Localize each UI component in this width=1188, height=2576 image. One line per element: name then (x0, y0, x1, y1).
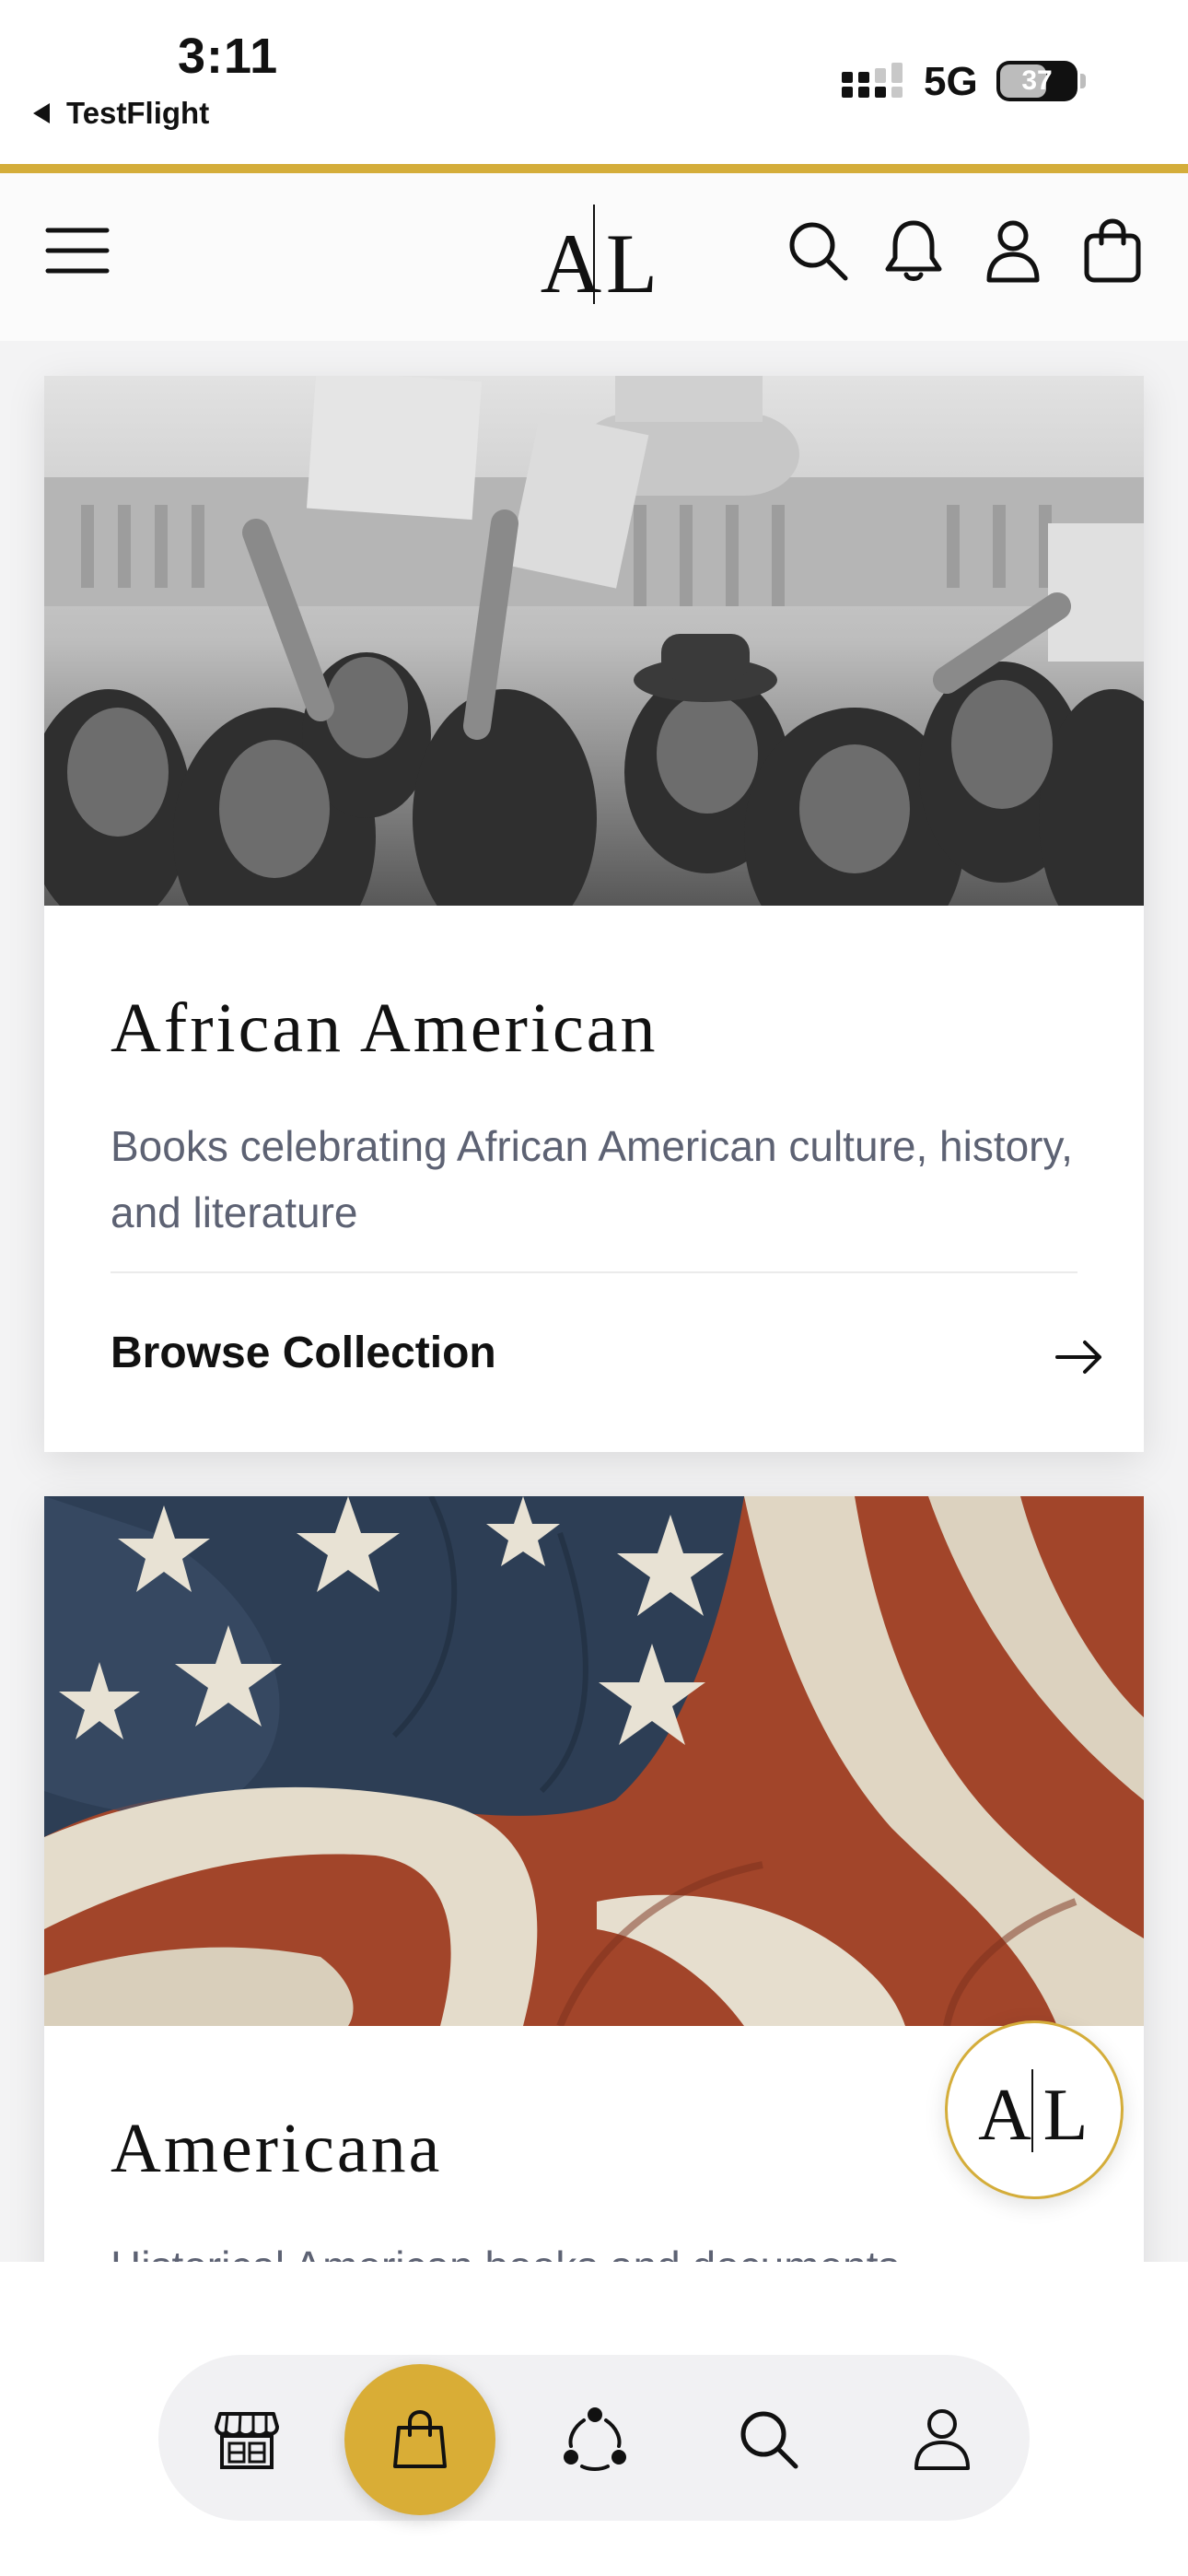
card-description: Books celebrating African American cultu… (111, 1122, 1073, 1236)
logo[interactable]: A L (516, 195, 672, 315)
tab-community[interactable] (537, 2381, 653, 2497)
tab-shop[interactable] (344, 2364, 495, 2515)
card-divider (111, 1271, 1077, 1273)
tab-profile[interactable] (884, 2381, 1000, 2497)
menu-icon[interactable] (41, 214, 114, 287)
tab-search[interactable] (710, 2381, 826, 2497)
collection-image-american-flag (44, 1496, 1144, 2026)
card-description: Historical American books and documents (111, 2233, 1077, 2262)
back-triangle-icon (33, 103, 50, 123)
battery-percent: 37 (1021, 65, 1053, 96)
bag-icon (393, 2409, 447, 2468)
collection-card[interactable]: African American Books celebrating Afric… (44, 376, 1144, 1452)
badge-letter-a: A (978, 2075, 1031, 2156)
badge-letter-l: L (1043, 2075, 1089, 2156)
search-icon (740, 2411, 798, 2469)
status-time: 3:11 (178, 29, 279, 84)
bell-icon[interactable] (877, 214, 950, 287)
header-accent-line (0, 164, 1188, 173)
battery-icon: 37 (996, 61, 1077, 101)
browse-collection-link[interactable]: Browse Collection (111, 1328, 496, 1378)
network-type: 5G (924, 59, 978, 104)
bag-icon[interactable] (1076, 214, 1149, 287)
floating-logo-button[interactable]: A L (945, 2020, 1124, 2199)
back-app-label: TestFlight (66, 96, 210, 130)
store-icon (215, 2412, 279, 2469)
collections-list[interactable]: African American Books celebrating Afric… (0, 341, 1188, 2262)
arrow-right-icon[interactable] (1054, 1339, 1105, 1376)
community-icon (564, 2407, 626, 2471)
battery-tip (1080, 74, 1086, 88)
card-title: Americana (111, 2110, 443, 2187)
app-header: A L (0, 173, 1188, 341)
collection-image-civil-rights (44, 376, 1144, 906)
logo-letter-l: L (606, 217, 658, 310)
card-title: African American (111, 989, 658, 1067)
logo-letter-a: A (541, 217, 601, 310)
profile-icon (914, 2409, 970, 2470)
logo-badge-icon: A L (978, 2069, 1089, 2156)
tab-store[interactable] (189, 2381, 305, 2497)
user-icon[interactable] (976, 214, 1050, 287)
search-icon[interactable] (781, 214, 855, 287)
signal-icon (842, 63, 903, 98)
status-bar: 3:11 TestFlight 5G 37 (0, 0, 1188, 164)
back-to-app-link[interactable]: TestFlight (33, 96, 209, 131)
